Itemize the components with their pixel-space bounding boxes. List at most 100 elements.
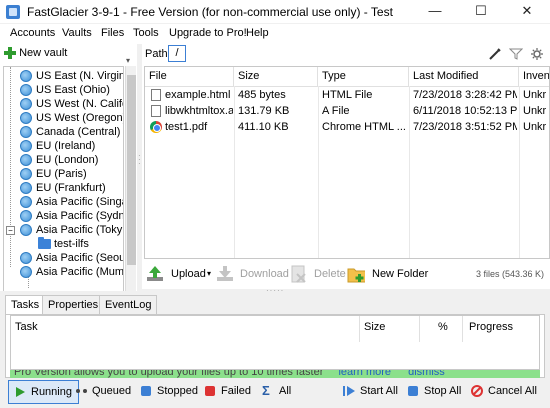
tree-item-us-east-ohio[interactable]: US East (Ohio) [4,83,123,97]
tree-item-us-east-n-virginia[interactable]: US East (N. Virgini [4,69,123,83]
vault-tree[interactable]: US East (N. Virgini US East (Ohio) US We… [3,66,124,292]
minimize-button[interactable]: — [412,0,458,24]
menu-accounts[interactable]: Accounts [10,27,55,39]
download-button[interactable]: Download [216,263,289,285]
tree-item-eu-ireland[interactable]: EU (Ireland) [4,139,123,153]
filter-icon[interactable] [509,47,523,61]
sigma-icon: Σ [262,383,270,398]
menu-help[interactable]: Help [246,27,269,39]
column-header-task-size[interactable]: Size [360,316,420,342]
tree-item-us-west-oregon[interactable]: US West (Oregon) [4,111,124,125]
filter-failed-button[interactable]: Failed [199,380,257,404]
new-vault-button[interactable]: New vault [4,47,67,63]
menu-vaults[interactable]: Vaults [62,27,92,39]
filter-running-button[interactable]: Running [8,380,79,404]
close-button[interactable]: ✕ [504,0,550,24]
running-label: Running [31,386,72,398]
start-all-label: Start All [360,385,398,397]
filter-queued-button[interactable]: Queued [70,380,137,404]
cancel-all-button[interactable]: Cancel All [466,380,543,404]
file-row[interactable]: libwkhtmltox.a 131.79 KB A File 6/11/201… [145,103,549,119]
tree-item-label: test-ilfs [54,238,89,250]
scrollbar-thumb[interactable] [127,75,136,265]
file-list[interactable]: File Size Type Last Modified Inven examp… [144,66,550,259]
file-row[interactable]: test1.pdf 411.10 KB Chrome HTML ... 7/23… [145,119,549,135]
file-name: libwkhtmltox.a [165,105,233,117]
tree-item-eu-frankfurt[interactable]: EU (Frankfurt) [4,181,123,195]
tree-scrollbar[interactable] [125,66,136,292]
tab-eventlog[interactable]: EventLog [99,295,158,315]
settings-icon[interactable] [530,47,544,61]
menu-upgrade[interactable]: Upgrade to Pro! [169,27,247,39]
upload-dropdown-icon[interactable]: ▾ [207,263,211,285]
column-header-size[interactable]: Size [234,67,318,86]
queued-label: Queued [92,385,132,397]
tree-item-vault-test-ilfs[interactable]: test-ilfs [4,237,123,251]
tree-item-eu-paris[interactable]: EU (Paris) [4,167,123,181]
tree-item-eu-london[interactable]: EU (London) [4,153,123,167]
column-header-type[interactable]: Type [318,67,409,86]
learn-more-link[interactable]: learn more [338,370,391,378]
folder-icon [38,237,51,249]
chrome-icon [150,121,162,133]
download-icon [217,266,233,281]
window-title: FastGlacier 3-9-1 - Free Version (for no… [27,5,393,19]
tree-item-asia-pacific-sydney[interactable]: Asia Pacific (Sydn [4,209,123,223]
file-inventory: Unkr [523,121,547,133]
tab-tasks[interactable]: Tasks [5,295,46,316]
globe-icon [20,112,32,124]
delete-button[interactable]: Delete [290,263,346,285]
globe-icon [20,252,32,264]
new-folder-button[interactable]: New Folder [347,263,428,285]
tree-item-label: Asia Pacific (Singa [36,196,124,208]
path-input[interactable]: / [168,45,186,62]
file-size: 411.10 KB [238,121,289,133]
filter-stopped-button[interactable]: Stopped [135,380,204,404]
tree-item-label: EU (London) [36,154,99,166]
tab-properties[interactable]: Properties [42,295,105,315]
tree-item-us-west-n-california[interactable]: US West (N. Califo [4,97,123,111]
file-modified: 6/11/2018 10:52:13 PM [413,105,517,117]
dismiss-link[interactable]: dismiss [408,370,445,378]
pencil-icon[interactable] [488,47,502,61]
globe-icon [20,154,32,166]
upload-label: Upload [171,268,206,280]
maximize-button[interactable]: ☐ [458,0,504,24]
file-inventory: Unkr [523,89,547,101]
new-folder-icon [347,268,365,283]
column-header-inventory[interactable]: Inven [519,67,549,86]
task-table[interactable]: Task Size % Progress [10,315,540,370]
task-toolbar: Running Queued Stopped Failed Σ All Star… [0,378,550,408]
panel-collapse-icon[interactable]: ▾ [126,56,135,65]
filter-all-button[interactable]: Σ All [257,380,297,404]
tree-item-asia-pacific-seoul[interactable]: Asia Pacific (Seou [4,251,123,265]
vertical-splitter[interactable]: · · · [137,44,142,291]
tree-item-label: US West (Oregon) [36,112,124,124]
column-header-file[interactable]: File [145,67,234,86]
column-header-percent[interactable]: % [420,316,463,342]
file-row[interactable]: example.html 485 bytes HTML File 7/23/20… [145,87,549,103]
tree-item-canada-central[interactable]: Canada (Central) [4,125,123,139]
file-inventory: Unkr [523,105,547,117]
menu-files[interactable]: Files [101,27,124,39]
tree-item-asia-pacific-tokyo[interactable]: − Asia Pacific (Toky [4,223,123,237]
promo-banner: Pro Version allows you to upload your fi… [10,370,540,378]
tree-item-label: EU (Frankfurt) [36,182,106,194]
start-all-button[interactable]: Start All [338,380,404,404]
tree-item-asia-pacific-singapore[interactable]: Asia Pacific (Singa [4,195,124,209]
file-count-status: 3 files (543.36 K) [476,269,545,279]
stop-all-icon [408,386,418,396]
column-header-progress[interactable]: Progress [463,316,539,342]
tree-item-asia-pacific-mumbai[interactable]: Asia Pacific (Mumb [4,265,123,279]
menu-tools[interactable]: Tools [133,27,159,39]
cancel-icon [471,385,483,397]
column-header-last-modified[interactable]: Last Modified [409,67,519,86]
stop-all-button[interactable]: Stop All [402,380,467,404]
start-all-icon [343,386,355,396]
globe-icon [20,98,32,110]
collapse-toggle[interactable]: − [6,226,15,235]
upload-button[interactable]: Upload ▾ [146,263,212,285]
delete-icon [291,265,306,283]
new-vault-label: New vault [19,47,68,60]
column-header-task[interactable]: Task [11,316,360,342]
